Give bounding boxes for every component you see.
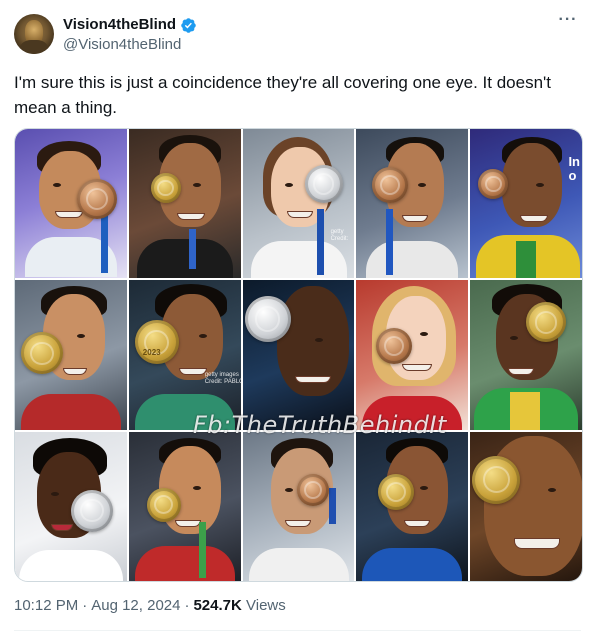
author-name-row[interactable]: Vision4theBlind	[63, 16, 197, 34]
tweet-text: I'm sure this is just a coincidence they…	[14, 73, 552, 117]
tweet-meta: 10:12 PM · Aug 12, 2024 · 524.7K Views	[14, 597, 286, 614]
collage-photo	[470, 431, 582, 581]
collage-photo	[15, 129, 127, 279]
getty-watermark: getty Credit:	[330, 229, 349, 242]
medal-inscription: 2023	[142, 348, 161, 358]
collage-photo	[242, 280, 355, 430]
media-image[interactable]: getty Credit: In o 2023 getty images Cre…	[14, 128, 583, 582]
views-label: Views	[246, 597, 286, 614]
tweet-time[interactable]: 10:12 PM	[14, 597, 78, 614]
collage-photo	[356, 129, 469, 279]
collage-photo: 2023 getty images Credit: PABLO VER	[128, 280, 241, 430]
views-count[interactable]: 524.7K	[193, 597, 241, 614]
collage-photo	[356, 431, 469, 581]
collage-photo	[242, 431, 355, 581]
more-horizontal-icon[interactable]: ···	[557, 12, 579, 30]
collage-photo: In o	[470, 129, 582, 279]
getty-watermark: getty images Credit: PABLO VER	[204, 372, 241, 386]
author-handle[interactable]: @Vision4theBlind	[63, 36, 181, 54]
verified-badge-icon	[181, 17, 196, 33]
collage-photo	[356, 280, 469, 430]
divider	[14, 630, 581, 631]
collage-photo	[15, 431, 127, 581]
photo-collage: getty Credit: In o 2023 getty images Cre…	[15, 129, 582, 581]
collage-watermark: Fb:TheTruthBehindIt	[193, 411, 447, 439]
tweet: Vision4theBlind @Vision4theBlind ··· I'm…	[0, 0, 595, 634]
background-text: In o	[568, 154, 580, 183]
collage-photo	[470, 280, 582, 430]
avatar[interactable]	[14, 14, 54, 54]
collage-photo	[15, 280, 127, 430]
display-name[interactable]: Vision4theBlind	[63, 16, 176, 34]
tweet-date[interactable]: Aug 12, 2024	[91, 597, 180, 614]
collage-photo	[128, 129, 241, 279]
collage-photo: getty Credit:	[242, 129, 355, 279]
collage-photo	[128, 431, 241, 581]
